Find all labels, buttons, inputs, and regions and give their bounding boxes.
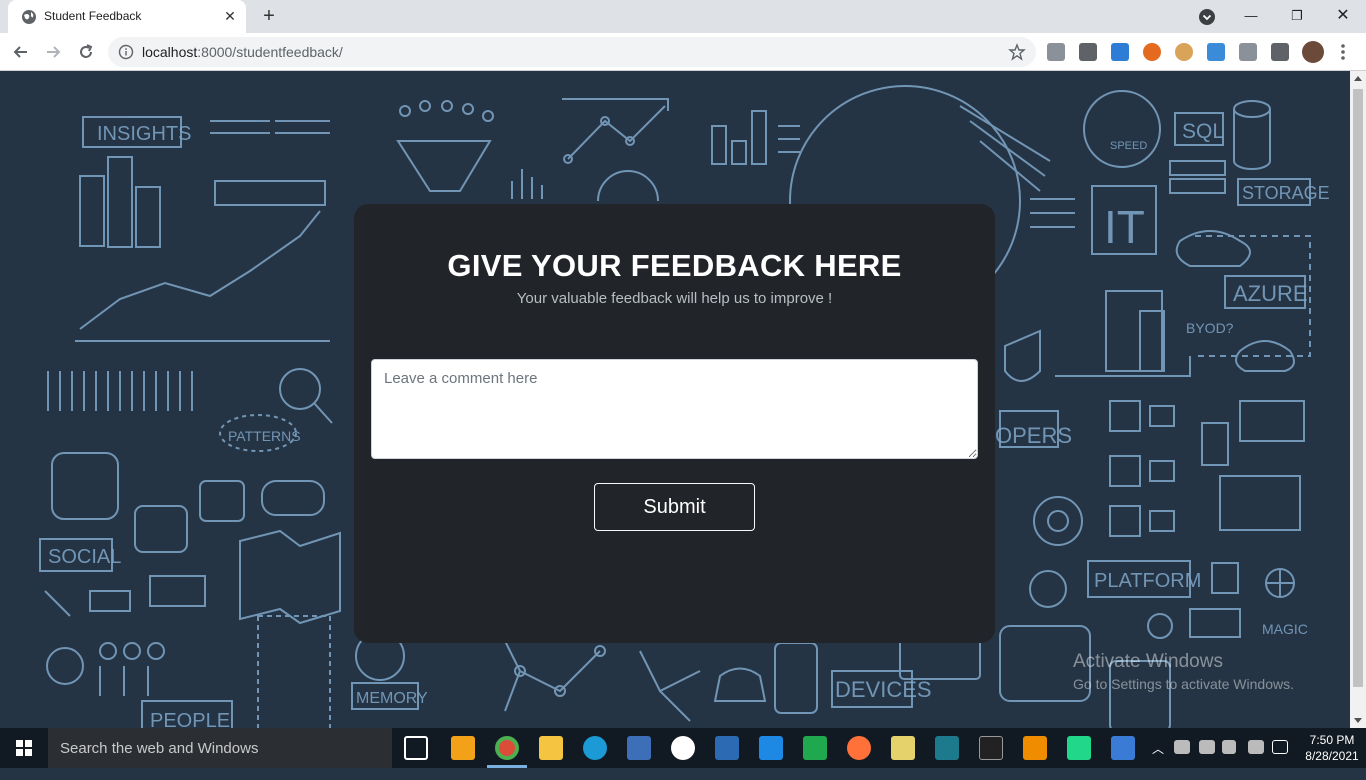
url-text[interactable]: localhost:8000/studentfeedback/ xyxy=(142,44,343,60)
edge-icon[interactable] xyxy=(583,736,607,760)
bg-label-social: SOCIAL xyxy=(48,546,121,568)
notes-app-icon[interactable] xyxy=(891,736,915,760)
browser-toolbar: localhost:8000/studentfeedback/ xyxy=(0,33,1366,71)
bg-label-it: IT xyxy=(1104,201,1145,253)
watermark-title: Activate Windows xyxy=(1073,651,1223,672)
vs-code-icon[interactable] xyxy=(759,736,783,760)
cookie-icon[interactable] xyxy=(1175,43,1193,61)
url-path: :8000/studentfeedback/ xyxy=(197,44,343,60)
tab-search-icon[interactable] xyxy=(1198,8,1216,26)
taskbar-search[interactable]: Search the web and Windows xyxy=(48,728,392,768)
task-view-icon[interactable] xyxy=(404,736,428,760)
reload-icon[interactable] xyxy=(76,42,96,62)
clock-date: 8/28/2021 xyxy=(1305,749,1359,763)
comment-textarea[interactable] xyxy=(371,359,978,459)
bg-label-people: PEOPLE xyxy=(150,710,230,728)
notifications-icon[interactable] xyxy=(1272,740,1288,754)
chrome-icon[interactable] xyxy=(495,736,519,760)
avatar[interactable] xyxy=(1302,41,1324,63)
url-host: localhost xyxy=(142,44,198,60)
scroll-up-icon[interactable] xyxy=(1354,75,1362,83)
page-content: INSIGHTS PATTERNS SOCIAL PEOPLE MEMORY D… xyxy=(0,71,1350,728)
taskbar-search-placeholder: Search the web and Windows xyxy=(60,740,259,757)
battery-icon[interactable] xyxy=(1174,740,1190,754)
browser-tab-strip: Student Feedback ✕ + — ❐ ✕ xyxy=(0,0,1366,33)
page-subtitle: Your valuable feedback will help us to i… xyxy=(516,290,833,307)
camera-icon[interactable] xyxy=(1239,43,1257,61)
extension-stack-icon[interactable] xyxy=(1079,43,1097,61)
bg-label-devices: DEVICES xyxy=(835,677,932,702)
page-title: GIVE YOUR FEEDBACK HERE xyxy=(447,248,902,283)
volume-icon[interactable] xyxy=(1222,740,1236,754)
network-app-icon[interactable] xyxy=(715,736,739,760)
bg-label-byod: BYOD? xyxy=(1186,320,1234,336)
bg-label-memory: MEMORY xyxy=(356,690,428,707)
watermark-subtitle: Go to Settings to activate Windows. xyxy=(1073,676,1294,692)
windows-taskbar: Search the web and Windows ︿ 7:50 PM 8/2… xyxy=(0,728,1366,768)
bookmark-star-icon[interactable] xyxy=(1008,43,1026,61)
bg-label-opers: OPERS xyxy=(995,423,1072,448)
tab-title: Student Feedback xyxy=(44,9,142,23)
puzzle-icon[interactable] xyxy=(1271,43,1289,61)
address-bar[interactable]: localhost:8000/studentfeedback/ xyxy=(108,37,1036,67)
site-info-icon[interactable] xyxy=(118,44,134,60)
scroll-thumb[interactable] xyxy=(1353,89,1363,687)
firefox-icon[interactable] xyxy=(847,736,871,760)
scroll-down-icon[interactable] xyxy=(1354,716,1362,724)
bg-label-azure: AZURE xyxy=(1233,281,1308,306)
bg-label-sql: SQL xyxy=(1182,120,1224,143)
control-panel-icon[interactable] xyxy=(627,736,651,760)
tab-student-feedback[interactable]: Student Feedback ✕ xyxy=(8,0,246,33)
bg-label-patterns: PATTERNS xyxy=(228,428,301,444)
pycharm-icon[interactable] xyxy=(1067,736,1091,760)
wifi-icon[interactable] xyxy=(1248,740,1264,754)
close-window-icon[interactable]: ✕ xyxy=(1320,4,1366,28)
python-idle-icon[interactable] xyxy=(1111,736,1135,760)
new-tab-icon[interactable]: + xyxy=(258,6,280,28)
vlc-icon[interactable] xyxy=(1023,736,1047,760)
sublime-text-icon[interactable] xyxy=(451,736,475,760)
terminal-icon[interactable] xyxy=(979,736,1003,760)
minimize-icon[interactable]: — xyxy=(1228,4,1274,28)
page-scrollbar[interactable] xyxy=(1350,71,1366,728)
extension-analytics-icon[interactable] xyxy=(1047,43,1065,61)
forward-icon[interactable] xyxy=(43,42,63,62)
extension-grid-icon[interactable] xyxy=(1111,43,1129,61)
feedback-card: GIVE YOUR FEEDBACK HERE Your valuable fe… xyxy=(354,204,995,643)
windows-start-icon[interactable] xyxy=(0,728,48,768)
globe-icon xyxy=(22,10,36,24)
tray-overflow-icon[interactable]: ︿ xyxy=(1152,740,1164,780)
restore-icon[interactable]: ❐ xyxy=(1274,4,1320,28)
clock-time: 7:50 PM xyxy=(1309,733,1355,747)
menu-kebab-icon[interactable] xyxy=(1340,43,1346,61)
bg-label-speed: SPEED xyxy=(1110,140,1147,152)
extension-drop-icon[interactable] xyxy=(1143,43,1161,61)
app-k-icon[interactable] xyxy=(671,736,695,760)
green-app-icon[interactable] xyxy=(803,736,827,760)
extension-iq-icon[interactable] xyxy=(1207,43,1225,61)
downloader-icon[interactable] xyxy=(935,736,959,760)
bg-label-magic: MAGIC xyxy=(1262,621,1308,637)
close-tab-icon[interactable]: ✕ xyxy=(222,8,238,24)
display-icon[interactable] xyxy=(1199,740,1215,754)
bg-label-insights: INSIGHTS xyxy=(97,123,191,145)
system-clock[interactable]: 7:50 PM 8/28/2021 xyxy=(1300,732,1364,764)
file-explorer-icon[interactable] xyxy=(539,736,563,760)
bg-label-storage: STORAGE xyxy=(1242,183,1330,203)
submit-button[interactable]: Submit xyxy=(594,483,755,531)
bg-label-platform: PLATFORM xyxy=(1094,570,1201,592)
activate-windows-watermark: Activate Windows Go to Settings to activ… xyxy=(1073,651,1294,692)
back-icon[interactable] xyxy=(11,42,31,62)
